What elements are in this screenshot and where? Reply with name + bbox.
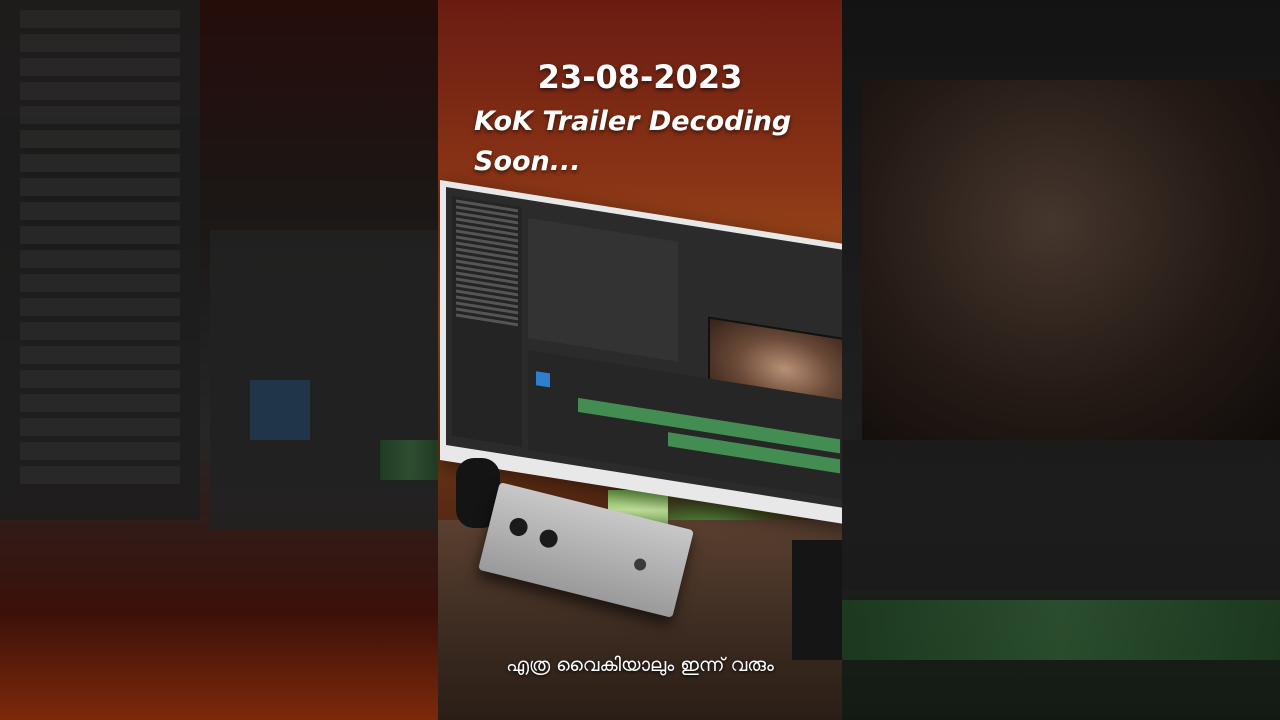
effect-controls-panel — [528, 217, 678, 362]
knob — [632, 557, 648, 572]
headline-overlay: KoK Trailer Decoding Soon... — [474, 106, 792, 177]
subtitle-caption: എത്ര വൈകിയാലും ഇന്ന് വരും — [506, 654, 774, 676]
blurred-background-left — [0, 0, 438, 720]
knob — [507, 516, 530, 538]
speaker-right — [792, 540, 842, 660]
blurred-background-right — [842, 0, 1280, 720]
monitor — [440, 180, 842, 527]
date-overlay: 23-08-2023 — [537, 58, 743, 96]
project-panel — [452, 195, 522, 447]
timeline-clip — [536, 371, 550, 388]
editing-software-screen — [446, 186, 842, 510]
knob — [537, 527, 560, 550]
